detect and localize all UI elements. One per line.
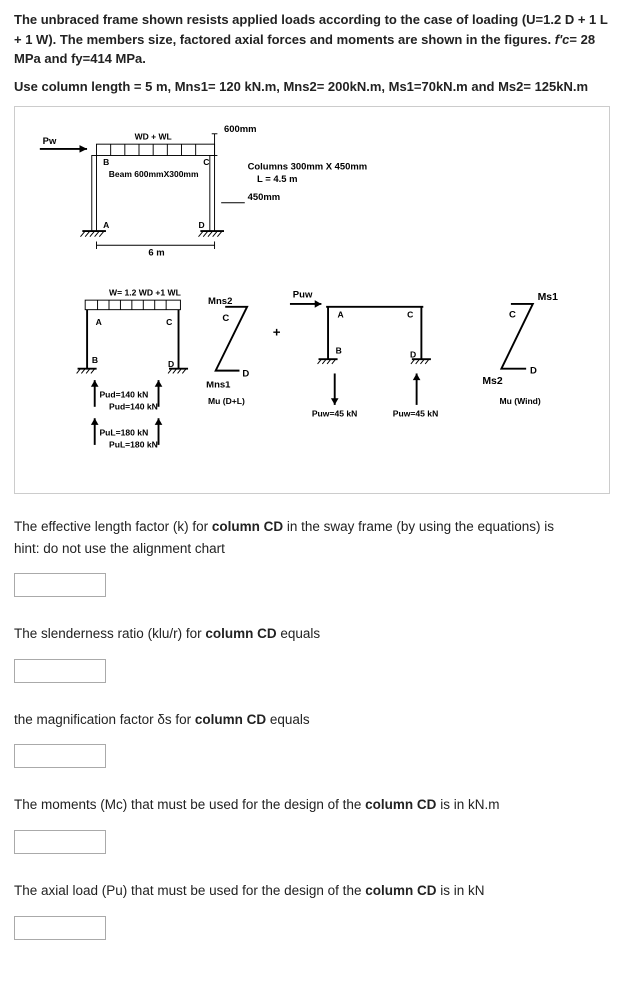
svg-text:450mm: 450mm: [248, 192, 281, 203]
svg-text:Ms2: Ms2: [482, 376, 503, 387]
svg-text:C: C: [203, 157, 209, 167]
svg-text:C: C: [407, 309, 413, 319]
svg-text:PuL=180 kN: PuL=180 kN: [99, 427, 148, 437]
svg-text:C: C: [509, 309, 516, 320]
answer-input-5[interactable]: [14, 916, 106, 940]
svg-text:L = 4.5 m: L = 4.5 m: [257, 174, 297, 185]
svg-text:B: B: [336, 345, 342, 355]
svg-text:D: D: [410, 349, 416, 359]
svg-text:A: A: [96, 317, 102, 327]
svg-text:Ms1: Ms1: [538, 292, 559, 303]
intro-fc: f'c: [555, 32, 570, 47]
svg-text:Pw: Pw: [43, 136, 57, 147]
svg-text:600mm: 600mm: [224, 124, 257, 135]
svg-text:Columns 300mm X 450mm: Columns 300mm X 450mm: [248, 162, 368, 173]
svg-text:Pud=140 kN: Pud=140 kN: [109, 402, 158, 412]
svg-text:W= 1.2 WD +1 WL: W= 1.2 WD +1 WL: [109, 287, 181, 297]
svg-text:6 m: 6 m: [148, 248, 164, 259]
svg-text:A: A: [338, 309, 344, 319]
svg-text:D: D: [242, 368, 249, 379]
question-1: The effective length factor (k) for colu…: [14, 516, 610, 559]
svg-text:D: D: [168, 359, 174, 369]
problem-statement-1: The unbraced frame shown resists applied…: [14, 10, 610, 69]
svg-text:B: B: [92, 355, 98, 365]
svg-text:+: +: [273, 324, 281, 339]
svg-text:A: A: [103, 220, 109, 230]
svg-text:B: B: [103, 157, 109, 167]
svg-text:WD + WL: WD + WL: [135, 131, 172, 141]
answer-input-2[interactable]: [14, 659, 106, 683]
svg-text:PuL=180 kN: PuL=180 kN: [109, 440, 158, 450]
problem-statement-2: Use column length = 5 m, Mns1= 120 kN.m,…: [14, 77, 610, 97]
question-5: The axial load (Pu) that must be used fo…: [14, 880, 610, 902]
answer-input-4[interactable]: [14, 830, 106, 854]
svg-text:Puw=45 kN: Puw=45 kN: [393, 408, 438, 418]
svg-text:Puw=45 kN: Puw=45 kN: [312, 408, 357, 418]
svg-text:Beam 600mmX300mm: Beam 600mmX300mm: [109, 169, 199, 179]
svg-text:Mns1: Mns1: [206, 380, 231, 391]
svg-text:Pud=140 kN: Pud=140 kN: [99, 389, 148, 399]
question-2: The slenderness ratio (klu/r) for column…: [14, 623, 610, 645]
svg-text:Mu (D+L): Mu (D+L): [208, 396, 245, 406]
svg-text:C: C: [222, 313, 229, 324]
figure-block: 600mm WD + WL Pw B C Beam 600mmX300mm Co…: [14, 106, 610, 494]
figure-1: 600mm WD + WL Pw B C Beam 600mmX300mm Co…: [19, 113, 605, 283]
question-4: The moments (Mc) that must be used for t…: [14, 794, 610, 816]
svg-text:D: D: [530, 365, 537, 376]
answer-input-1[interactable]: [14, 573, 106, 597]
svg-text:C: C: [166, 317, 172, 327]
svg-text:Mns2: Mns2: [208, 296, 232, 307]
figure-row: W= 1.2 WD +1 WL A C B D Pud=140 kN Pud=1…: [19, 283, 605, 483]
svg-text:Mu (Wind): Mu (Wind): [499, 396, 540, 406]
intro-p1a: The unbraced frame shown resists applied…: [14, 12, 608, 47]
answer-input-3[interactable]: [14, 744, 106, 768]
question-3: the magnification factor δs for column C…: [14, 709, 610, 731]
svg-text:D: D: [199, 220, 205, 230]
svg-text:Puw: Puw: [293, 289, 313, 300]
